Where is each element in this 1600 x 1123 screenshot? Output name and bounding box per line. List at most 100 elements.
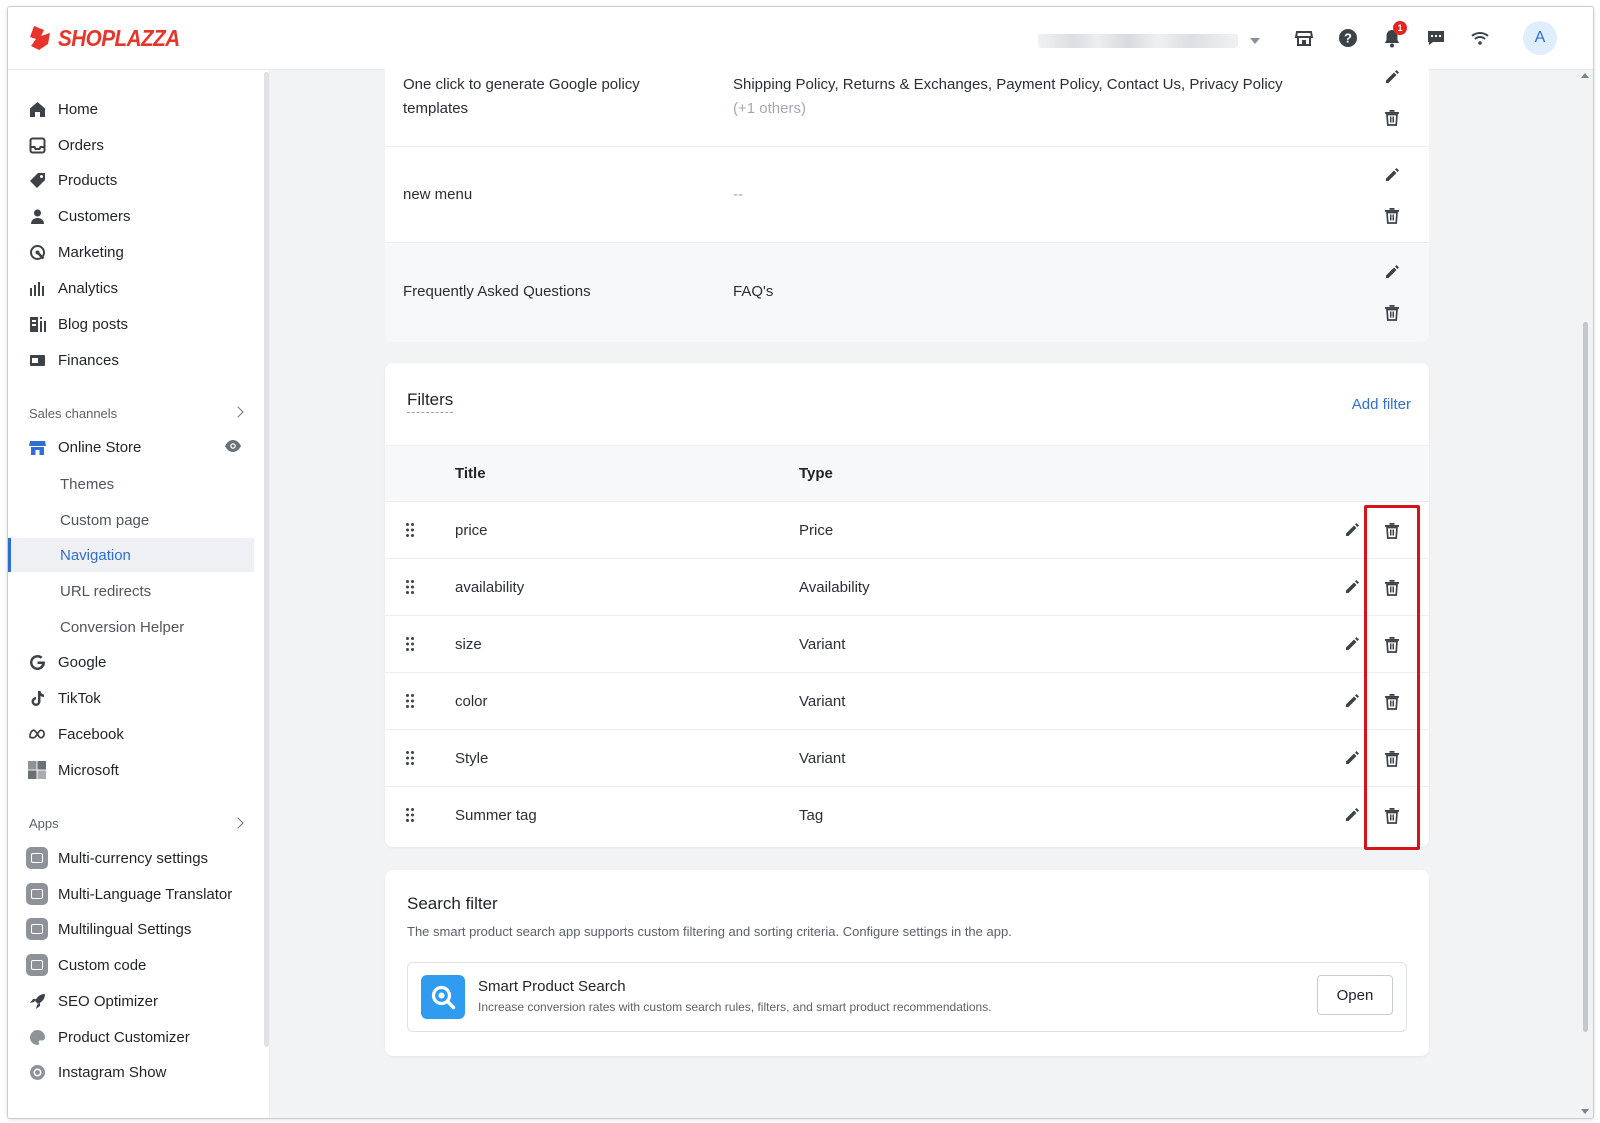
trash-icon[interactable] [1382,205,1402,225]
brand-name: SHOPLAZZA [58,24,180,51]
edit-icon[interactable] [1342,805,1362,825]
drag-handle-icon[interactable] [405,750,415,766]
scrollbar-thumb[interactable] [1583,322,1588,1032]
sidebar-item-finances[interactable]: Finances [8,343,264,377]
section-apps: Apps [29,816,59,831]
chevron-right-icon[interactable] [232,406,244,418]
drag-handle-icon[interactable] [405,579,415,595]
sidebar-app-product-customizer[interactable]: Product Customizer [8,1020,264,1054]
sidebar-scrollbar[interactable] [264,72,269,1047]
sidebar-app-multilingual-settings[interactable]: Multilingual Settings [8,912,264,946]
filters-title: Filters [407,390,454,413]
scroll-down-icon[interactable] [1581,1109,1589,1114]
store-name-redacted [1038,34,1238,48]
filter-type: Variant [799,636,846,653]
table-row: size Variant [385,616,1429,673]
drag-handle-icon[interactable] [405,522,415,538]
sidebar-item-microsoft[interactable]: Microsoft [8,753,264,787]
sidebar-app-instagram-show[interactable]: Instagram Show [8,1055,264,1089]
drag-handle-icon[interactable] [405,636,415,652]
sidebar-item-orders[interactable]: Orders [8,128,264,162]
sidebar-sub-themes[interactable]: Themes [8,467,254,501]
sidebar-item-blog-posts[interactable]: Blog posts [8,307,264,341]
edit-icon[interactable] [1382,262,1402,282]
app-description: Increase conversion rates with custom se… [478,1000,992,1014]
chevron-right-icon[interactable] [232,817,244,829]
sidebar-sub-conversion-helper[interactable]: Conversion Helper [8,610,254,644]
sidebar-item-marketing[interactable]: Marketing [8,235,264,269]
google-icon [28,653,46,671]
filter-title: Style [455,750,489,767]
table-row: Style Variant [385,730,1429,787]
scroll-up-icon[interactable] [1581,73,1589,78]
filters-table-header: Title Type [385,445,1429,502]
blog-icon [28,315,46,333]
storefront-icon[interactable] [1291,25,1317,51]
column-title[interactable]: Title [455,465,486,482]
tag-icon [28,171,46,189]
finance-icon [28,351,46,369]
main-content: One click to generate Google policy temp… [271,58,1593,1118]
help-icon[interactable]: ? [1335,25,1361,51]
filter-type: Variant [799,750,846,767]
trash-icon[interactable] [1382,107,1402,127]
sidebar-item-google[interactable]: Google [8,645,264,679]
sidebar-sub-custom-page[interactable]: Custom page [8,503,254,537]
search-filter-card: Search filter The smart product search a… [385,870,1429,1056]
sidebar-app-multi-currency[interactable]: Multi-currency settings [8,841,264,875]
drag-handle-icon[interactable] [405,807,415,823]
table-row: color Variant [385,673,1429,730]
menus-card: One click to generate Google policy temp… [385,58,1429,342]
menu-title: Frequently Asked Questions [403,283,591,300]
eye-icon[interactable] [224,439,242,457]
sidebar-item-label: Finances [58,351,119,369]
sidebar-item-products[interactable]: Products [8,163,264,197]
open-app-button[interactable]: Open [1317,975,1393,1015]
sidebar-app-seo-optimizer[interactable]: SEO Optimizer [8,984,264,1018]
sidebar-sub-navigation[interactable]: Navigation [8,538,254,572]
top-icons: ? 1 A [1291,21,1557,55]
wifi-icon[interactable] [1467,25,1493,51]
edit-icon[interactable] [1342,691,1362,711]
sidebar-sub-url-redirects[interactable]: URL redirects [8,574,254,608]
edit-icon[interactable] [1382,67,1402,87]
sidebar-item-label: Facebook [58,725,124,743]
sidebar-item-facebook[interactable]: Facebook [8,717,264,751]
store-selector[interactable] [1038,34,1260,48]
table-row: Summer tag Tag [385,787,1429,844]
sidebar-item-online-store[interactable]: Online Store [8,430,264,464]
column-type[interactable]: Type [799,465,833,482]
edit-icon[interactable] [1382,165,1402,185]
sidebar-item-label: Products [58,171,118,189]
person-icon [28,207,46,225]
sidebar-item-tiktok[interactable]: TikTok [8,681,264,715]
sidebar-item-home[interactable]: Home [8,92,264,126]
sidebar-item-label: Online Store [58,438,142,456]
sidebar-item-label: Orders [58,136,104,154]
chat-icon[interactable] [1423,25,1449,51]
edit-icon[interactable] [1342,577,1362,597]
section-sales-channels: Sales channels [29,406,118,421]
sidebar-item-label: Analytics [58,279,119,297]
sidebar-item-label: Home [58,100,99,118]
sidebar-item-label: Product Customizer [58,1028,190,1046]
trash-icon[interactable] [1382,302,1402,322]
sidebar-item-label: Customers [58,207,131,225]
edit-icon[interactable] [1342,634,1362,654]
sidebar-app-custom-code[interactable]: Custom code [8,948,264,982]
edit-icon[interactable] [1342,748,1362,768]
shoplazza-logo[interactable]: SHOPLAZZA [28,24,193,52]
menu-items: Shipping Policy, Returns & Exchanges, Pa… [733,73,1303,121]
instagram-icon [28,1063,46,1081]
sidebar-item-customers[interactable]: Customers [8,199,264,233]
sidebar-app-multi-language-translator[interactable]: Multi-Language Translator [8,877,264,911]
edit-icon[interactable] [1342,520,1362,540]
avatar[interactable]: A [1523,21,1557,55]
drag-handle-icon[interactable] [405,693,415,709]
filter-title: price [455,522,488,539]
bell-icon[interactable]: 1 [1379,21,1407,51]
filter-title: availability [455,579,525,596]
add-filter-link[interactable]: Add filter [1352,396,1411,413]
sidebar-item-analytics[interactable]: Analytics [8,271,264,305]
sidebar-item-label: Custom code [58,956,147,974]
